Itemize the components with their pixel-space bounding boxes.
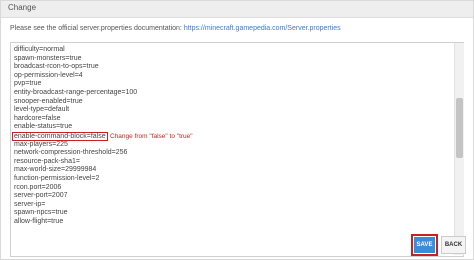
editor-line-enable-status: enable-status=true xyxy=(14,123,73,131)
dialog-header: Change xyxy=(1,1,473,18)
editor-line-level-type: level-type=default xyxy=(14,106,70,114)
editor-line-network-compression: network-compression-threshold=256 xyxy=(14,149,128,157)
editor-line-server-ip: server-ip= xyxy=(14,200,46,208)
editor-line-spawn-monsters: spawn-monsters=true xyxy=(14,54,82,62)
editor-line-snooper: snooper-enabled=true xyxy=(14,97,83,105)
documentation-note: Please see the official server.propertie… xyxy=(10,25,341,32)
editor-line-op-permission: op-permission-level=4 xyxy=(14,71,83,79)
editor-line-spawn-npcs: spawn-npcs=true xyxy=(14,209,68,217)
editor-line-pvp: pvp=true xyxy=(14,80,42,88)
back-button[interactable]: BACK xyxy=(441,236,466,254)
editor-line-function-permission: function-permission-level=2 xyxy=(14,174,100,182)
editor-line-max-world-size: max-world-size=29999984 xyxy=(14,166,97,174)
change-dialog: Change Please see the official server.pr… xyxy=(0,0,474,260)
editor-line-max-players: max-players=225 xyxy=(14,140,68,148)
editor-line-hardcore: hardcore=false xyxy=(14,114,61,122)
editor-scrollbar[interactable] xyxy=(454,43,464,255)
editor-line-broadcast-rcon: broadcast-rcon-to-ops=true xyxy=(14,63,99,71)
editor-line-difficulty: difficulty=normal xyxy=(14,46,65,53)
properties-editor[interactable]: difficulty=normal spawn-monsters=true br… xyxy=(10,42,464,257)
highlighted-setting: enable-command-block=false xyxy=(12,131,108,141)
change-annotation: Change from "false" to "true" xyxy=(110,133,193,140)
save-button-highlight: SAVE xyxy=(411,234,438,256)
documentation-link[interactable]: https://minecraft.gamepedia.com/Server.p… xyxy=(184,25,341,32)
editor-line-rcon-port: rcon.port=2006 xyxy=(14,183,62,191)
documentation-text: Please see the official server.propertie… xyxy=(10,25,182,32)
dialog-title: Change xyxy=(8,3,37,12)
editor-line-allow-flight: allow-flight=true xyxy=(14,217,64,225)
editor-line-resource-pack: resource-pack-sha1= xyxy=(14,157,80,165)
editor-line-entity-broadcast: entity-broadcast-range-percentage=100 xyxy=(14,88,138,96)
editor-line-server-port: server-port=2007 xyxy=(14,192,68,200)
scrollbar-thumb[interactable] xyxy=(456,98,463,158)
save-button[interactable]: SAVE xyxy=(414,237,435,253)
